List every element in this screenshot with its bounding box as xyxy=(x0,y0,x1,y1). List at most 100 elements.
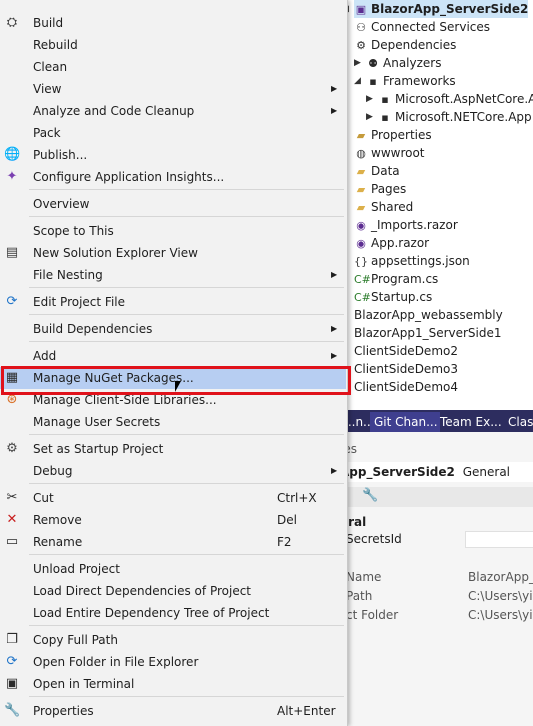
menu-item-edit-project-file[interactable]: ⟳ Edit Project File xyxy=(0,291,346,313)
remove-x-icon: ✕ xyxy=(6,512,18,527)
menu-separator xyxy=(29,341,344,342)
tree-node[interactable]: {} appsettings.json xyxy=(354,252,470,270)
tree-node[interactable]: ⚉ Analyzers xyxy=(366,54,441,72)
tree-node-label: BlazorApp_ServerSide2 xyxy=(371,2,529,16)
property-row[interactable]: ct Folder C:\Users\yiy xyxy=(340,606,533,625)
properties-folder-icon: ▰ xyxy=(356,129,366,142)
menu-item-shortcut: Ctrl+X xyxy=(277,491,317,505)
menu-item-label: Build Dependencies xyxy=(33,322,153,336)
menu-item-configure-application-insights[interactable]: ✦ Configure Application Insights... xyxy=(0,166,346,188)
tree-node[interactable]: C#Program.cs xyxy=(354,270,438,288)
frameworks-icon: ▪ xyxy=(369,75,377,88)
menu-item-label: Load Direct Dependencies of Project xyxy=(33,584,251,598)
menu-item-file-nesting[interactable]: File Nesting ▶ xyxy=(0,264,346,286)
tree-node[interactable]: ▰ Properties xyxy=(354,126,432,144)
folder-icon: ▰ xyxy=(356,201,366,214)
razor-file-icon: ◉ xyxy=(356,237,366,250)
tree-expander-icon[interactable]: ◢ xyxy=(354,72,361,90)
tree-node[interactable]: ◍ wwwroot xyxy=(354,144,424,162)
tree-expander-icon[interactable]: ▶ xyxy=(366,108,373,126)
tree-node[interactable]: ▰ Pages xyxy=(354,180,407,198)
menu-item-properties[interactable]: 🔧 Properties Alt+Enter xyxy=(0,700,346,722)
tree-node[interactable]: BlazorApp_webassembly xyxy=(354,306,503,324)
menu-item-label: Open in Terminal xyxy=(33,677,135,691)
menu-item-set-as-startup-project[interactable]: ⚙ Set as Startup Project xyxy=(0,438,346,460)
menu-item-manage-user-secrets[interactable]: Manage User Secrets xyxy=(0,411,346,433)
tree-node[interactable]: ▪ Frameworks xyxy=(366,72,455,90)
tree-node[interactable]: ClientSideDemo4 xyxy=(354,378,458,396)
submenu-arrow-icon: ▶ xyxy=(331,466,338,475)
secrets-value-field[interactable] xyxy=(465,531,533,548)
dependencies-icon: ⚙ xyxy=(356,39,366,52)
tree-node-label: Properties xyxy=(371,128,432,142)
menu-item-label: Properties xyxy=(33,704,94,718)
menu-item-label: Configure Application Insights... xyxy=(33,170,225,184)
tree-node[interactable]: ⚇ Connected Services xyxy=(354,18,490,36)
menu-item-clean[interactable]: Clean xyxy=(0,56,346,78)
submenu-arrow-icon: ▶ xyxy=(331,106,338,115)
menu-item-view[interactable]: View ▶ xyxy=(0,78,346,100)
tree-node[interactable]: BlazorApp1_ServerSide1 xyxy=(354,324,502,342)
menu-item-scope-to-this[interactable]: Scope to This xyxy=(0,220,346,242)
toolwindow-tab-bar: ...n... Git Chan... Team Ex... Class xyxy=(340,410,533,432)
tree-node[interactable]: ClientSideDemo3 xyxy=(354,360,458,378)
menu-item-label: Scope to This xyxy=(33,224,114,238)
tree-node[interactable]: ◉ App.razor xyxy=(354,234,429,252)
menu-item-open-in-terminal[interactable]: ▣ Open in Terminal xyxy=(0,673,346,695)
menu-item-copy-full-path[interactable]: ❐ Copy Full Path xyxy=(0,629,346,651)
tree-node[interactable]: ▰ Data xyxy=(354,162,400,180)
tree-node[interactable]: ▪ Microsoft.AspNetCore.A xyxy=(378,90,533,108)
razor-file-icon: ◉ xyxy=(356,219,366,232)
property-name: ct Folder xyxy=(346,608,399,622)
tree-node[interactable]: ▰ Shared xyxy=(354,198,413,216)
tab-git-changes[interactable]: Git Chan... xyxy=(370,412,440,432)
menu-item-add[interactable]: Add ▶ xyxy=(0,345,346,367)
menu-item-shortcut: F2 xyxy=(277,535,292,549)
menu-item-label: Rename xyxy=(33,535,83,549)
menu-item-shortcut: Alt+Enter xyxy=(277,704,336,718)
tree-node[interactable]: ▣ BlazorApp_ServerSide2 xyxy=(354,0,529,18)
menu-item-pack[interactable]: Pack xyxy=(0,122,346,144)
menu-item-load-entire-dependency-tree-of-project[interactable]: Load Entire Dependency Tree of Project xyxy=(0,602,346,624)
properties-title: App_ServerSide2 xyxy=(340,465,455,479)
menu-item-remove[interactable]: ✕ Remove Del xyxy=(0,509,346,531)
tree-node[interactable]: ▪ Microsoft.NETCore.App xyxy=(378,108,531,126)
project-icon: ▣ xyxy=(355,3,367,16)
tree-node[interactable]: ClientSideDemo2 xyxy=(354,342,458,360)
property-row[interactable]: Path C:\Users\yiy xyxy=(340,587,533,606)
tree-expander-icon[interactable]: ▶ xyxy=(366,90,373,108)
tree-node-label: BlazorApp1_ServerSide1 xyxy=(354,326,502,340)
menu-item-build-dependencies[interactable]: Build Dependencies ▶ xyxy=(0,318,346,340)
framework-ref-icon: ▪ xyxy=(381,93,389,106)
menu-item-analyze-and-code-cleanup[interactable]: Analyze and Code Cleanup ▶ xyxy=(0,100,346,122)
menu-item-build[interactable]: ⛭ Build xyxy=(0,12,346,34)
wrench-icon[interactable]: 🔧 xyxy=(362,488,378,503)
property-row[interactable]: Name BlazorApp_S xyxy=(340,568,533,587)
menu-item-publish[interactable]: 🌐 Publish... xyxy=(0,144,346,166)
submenu-arrow-icon: ▶ xyxy=(331,84,338,93)
menu-item-cut[interactable]: ✂ Cut Ctrl+X xyxy=(0,487,346,509)
tree-node[interactable]: C#Startup.cs xyxy=(354,288,432,306)
tree-expander-icon[interactable]: ▶ xyxy=(354,54,361,72)
menu-item-rename[interactable]: ▭ Rename F2 xyxy=(0,531,346,553)
tree-node-label: Program.cs xyxy=(371,272,439,286)
tab-team-explorer[interactable]: Team Ex... xyxy=(436,412,502,432)
menu-separator xyxy=(29,287,344,288)
tab-class-view[interactable]: Class xyxy=(504,412,533,432)
menu-item-debug[interactable]: Debug ▶ xyxy=(0,460,346,482)
menu-separator xyxy=(29,216,344,217)
tree-node-label: Pages xyxy=(371,182,407,196)
menu-item-overview[interactable]: Overview xyxy=(0,193,346,215)
tree-node[interactable]: ⚙ Dependencies xyxy=(354,36,456,54)
menu-item-rebuild[interactable]: Rebuild xyxy=(0,34,346,56)
menu-item-label: Pack xyxy=(33,126,61,140)
tree-node-label: ClientSideDemo2 xyxy=(354,344,458,358)
menu-item-unload-project[interactable]: Unload Project xyxy=(0,558,346,580)
menu-item-new-solution-explorer-view[interactable]: ▤ New Solution Explorer View xyxy=(0,242,346,264)
menu-item-load-direct-dependencies-of-project[interactable]: Load Direct Dependencies of Project xyxy=(0,580,346,602)
menu-item-open-folder-in-file-explorer[interactable]: ⟳ Open Folder in File Explorer xyxy=(0,651,346,673)
menu-separator xyxy=(29,625,344,626)
properties-title-suffix: General xyxy=(462,465,511,479)
menu-item-label: Add xyxy=(33,349,57,363)
tree-node[interactable]: ◉ _Imports.razor xyxy=(354,216,458,234)
